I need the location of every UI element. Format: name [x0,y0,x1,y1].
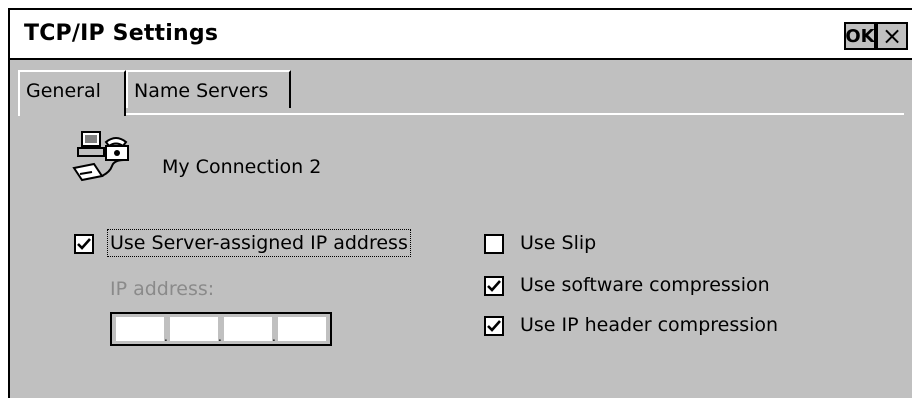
use-slip-checkbox[interactable] [484,234,504,254]
check-icon [487,320,501,332]
software-compression-checkbox[interactable] [484,276,504,296]
ip-octet-2[interactable] [170,317,218,341]
use-slip-label[interactable]: Use Slip [520,232,596,254]
dialup-connection-icon [72,131,129,182]
tcpip-settings-dialog: TCP/IP Settings OK × General Name Server… [8,8,912,398]
tab-general[interactable]: General [18,70,126,116]
server-assigned-ip-label[interactable]: Use Server-assigned IP address [107,229,411,257]
dialog-title: TCP/IP Settings [24,21,219,46]
server-assigned-ip-checkbox[interactable] [74,234,94,254]
connection-name: My Connection 2 [162,156,322,178]
software-compression-label[interactable]: Use software compression [520,274,770,296]
tab-panel-border [10,113,912,115]
title-bar: TCP/IP Settings OK × [10,10,912,60]
tab-general-label: General [26,80,101,102]
ip-address-field[interactable]: . . . [110,312,332,346]
ip-octet-4[interactable] [278,317,326,341]
ip-address-label: IP address: [110,278,215,300]
tab-strip: General Name Servers [10,60,912,116]
ip-octet-1[interactable] [116,317,164,341]
check-icon [77,238,91,250]
check-icon [487,280,501,292]
ip-header-compression-checkbox[interactable] [484,316,504,336]
close-button[interactable]: × [876,22,908,50]
ok-button[interactable]: OK [844,22,876,50]
tab-name-servers[interactable]: Name Servers [126,70,291,108]
ip-octet-3[interactable] [224,317,272,341]
ip-header-compression-label[interactable]: Use IP header compression [520,314,778,336]
tab-name-servers-label: Name Servers [134,80,269,102]
close-icon: × [881,22,903,50]
